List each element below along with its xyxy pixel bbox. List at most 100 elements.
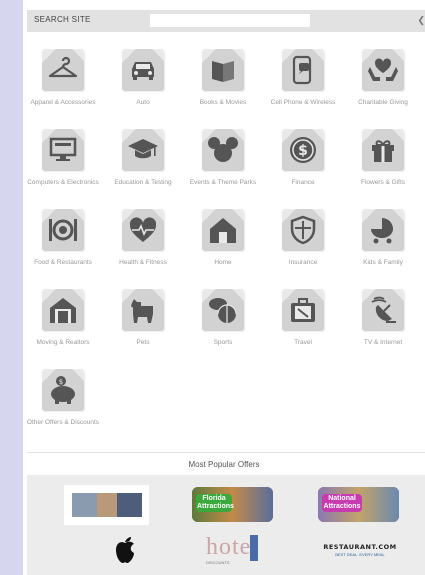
category-computers[interactable]: Computers & Electronics	[23, 124, 103, 204]
popular-offers-panel: Florida Attractions National Attractions…	[27, 475, 425, 575]
category-events[interactable]: Events & Theme Parks	[183, 124, 263, 204]
offer-apple[interactable]	[112, 533, 138, 565]
piggy-bank-icon: $	[51, 376, 75, 404]
category-kids[interactable]: Kids & Family	[343, 204, 423, 284]
category-home[interactable]: Home	[183, 204, 263, 284]
category-auto[interactable]: Auto	[103, 44, 183, 124]
category-tile	[42, 49, 84, 91]
plate-utensils-icon	[49, 219, 77, 241]
category-label: Home	[214, 259, 232, 266]
dog-icon	[131, 299, 153, 323]
category-travel[interactable]: Travel	[263, 284, 343, 364]
hanger-icon	[48, 56, 78, 78]
category-apparel[interactable]: Apparel & Accessories	[23, 44, 103, 124]
category-tile	[282, 49, 324, 91]
search-bar: SEARCH SITE ❮	[27, 10, 425, 32]
category-label: Flowers & Gifts	[360, 179, 406, 186]
svg-text:$: $	[298, 143, 308, 159]
svg-text:$: $	[59, 378, 63, 386]
category-tile	[282, 289, 324, 331]
monitor-icon	[49, 137, 77, 161]
house-icon	[210, 218, 236, 243]
category-tile	[202, 289, 244, 331]
restaurant-logo-sub: BEST DEAL. EVERY MEAL	[335, 552, 385, 557]
category-tile	[42, 289, 84, 331]
category-flowers-gifts[interactable]: Flowers & Gifts	[343, 124, 423, 204]
category-cell-phone[interactable]: Cell Phone & Wireless	[263, 44, 343, 124]
category-label: Computers & Electronics	[27, 179, 99, 186]
category-label: Health & Fitness	[119, 259, 167, 266]
suitcase-icon	[291, 298, 315, 322]
category-other-offers[interactable]: $ Other Offers & Discounts	[23, 364, 103, 444]
category-tile	[202, 129, 244, 171]
category-label: TV & Internet	[363, 339, 403, 346]
stroller-icon	[371, 218, 393, 244]
hotel-logo-sub: DISCOUNTS	[206, 560, 230, 565]
category-pets[interactable]: Pets	[103, 284, 183, 364]
hotel-building-icon	[250, 535, 258, 561]
mouse-ears-icon	[208, 137, 238, 162]
category-tile	[122, 289, 164, 331]
category-food[interactable]: Food & Restaurants	[23, 204, 103, 284]
dollar-coin-icon: $	[290, 137, 316, 163]
offer-national-attractions[interactable]: National Attractions	[318, 487, 399, 522]
offer-photo[interactable]	[64, 485, 149, 525]
offer-hotel-discounts[interactable]: hotel DISCOUNTS	[204, 533, 264, 567]
category-label: Moving & Realtors	[36, 339, 90, 346]
category-label: Cell Phone & Wireless	[270, 99, 336, 106]
gift-icon	[372, 140, 394, 162]
category-label: Apparel & Accessories	[30, 99, 96, 106]
main-panel: SEARCH SITE ❮ Apparel & Accessories Auto…	[23, 0, 425, 575]
category-insurance[interactable]: Insurance	[263, 204, 343, 284]
category-tile	[202, 209, 244, 251]
category-tile	[122, 49, 164, 91]
category-label: Food & Restaurants	[34, 259, 92, 266]
category-label: Books & Movies	[199, 99, 247, 106]
phone-icon	[292, 55, 312, 85]
category-label: Finance	[291, 179, 315, 186]
heart-hands-icon	[368, 58, 398, 81]
category-tile	[362, 49, 404, 91]
moving-house-icon	[50, 298, 76, 323]
category-label: Kids & Family	[363, 259, 403, 266]
category-tile	[282, 209, 324, 251]
category-label: Events & Theme Parks	[189, 179, 257, 186]
offer-florida-attractions[interactable]: Florida Attractions	[192, 487, 273, 522]
category-label: Other Offers & Discounts	[26, 419, 100, 426]
category-moving[interactable]: Moving & Realtors	[23, 284, 103, 364]
apple-logo-icon	[116, 537, 134, 563]
category-tile	[362, 289, 404, 331]
shield-icon	[290, 215, 316, 245]
search-go-icon[interactable]: ❮	[417, 15, 425, 26]
category-sports[interactable]: Sports	[183, 284, 263, 364]
category-charitable[interactable]: Charitable Giving	[343, 44, 423, 124]
category-tile: $	[42, 369, 84, 411]
category-health[interactable]: Health & Fitness	[103, 204, 183, 284]
category-tile: $	[282, 129, 324, 171]
category-tv-internet[interactable]: TV & Internet	[343, 284, 423, 364]
category-label: Auto	[136, 99, 150, 106]
offer-restaurant-com[interactable]: RESTAURANT.COM BEST DEAL. EVERY MEAL	[315, 543, 405, 563]
popular-offers-title: Most Popular Offers	[188, 460, 260, 469]
heartbeat-icon	[129, 217, 157, 242]
sports-balls-icon	[209, 298, 237, 323]
restaurant-logo-text: RESTAURANT.COM	[323, 543, 397, 551]
category-tile	[122, 209, 164, 251]
category-label: Insurance	[288, 259, 318, 266]
search-input[interactable]	[150, 14, 310, 27]
search-label: SEARCH SITE	[34, 15, 91, 24]
category-tile	[362, 209, 404, 251]
satellite-dish-icon	[371, 296, 396, 323]
category-tile	[202, 49, 244, 91]
graduation-cap-icon	[128, 139, 158, 159]
category-tile	[42, 129, 84, 171]
section-divider	[27, 452, 425, 453]
florida-attractions-label: Florida Attractions	[196, 494, 234, 512]
category-label: Sports	[213, 339, 233, 346]
car-icon	[132, 62, 154, 80]
category-education[interactable]: Education & Testing	[103, 124, 183, 204]
category-finance[interactable]: $ Finance	[263, 124, 343, 204]
category-label: Travel	[294, 339, 312, 346]
category-label: Education & Testing	[114, 179, 172, 186]
category-books-movies[interactable]: Books & Movies	[183, 44, 263, 124]
